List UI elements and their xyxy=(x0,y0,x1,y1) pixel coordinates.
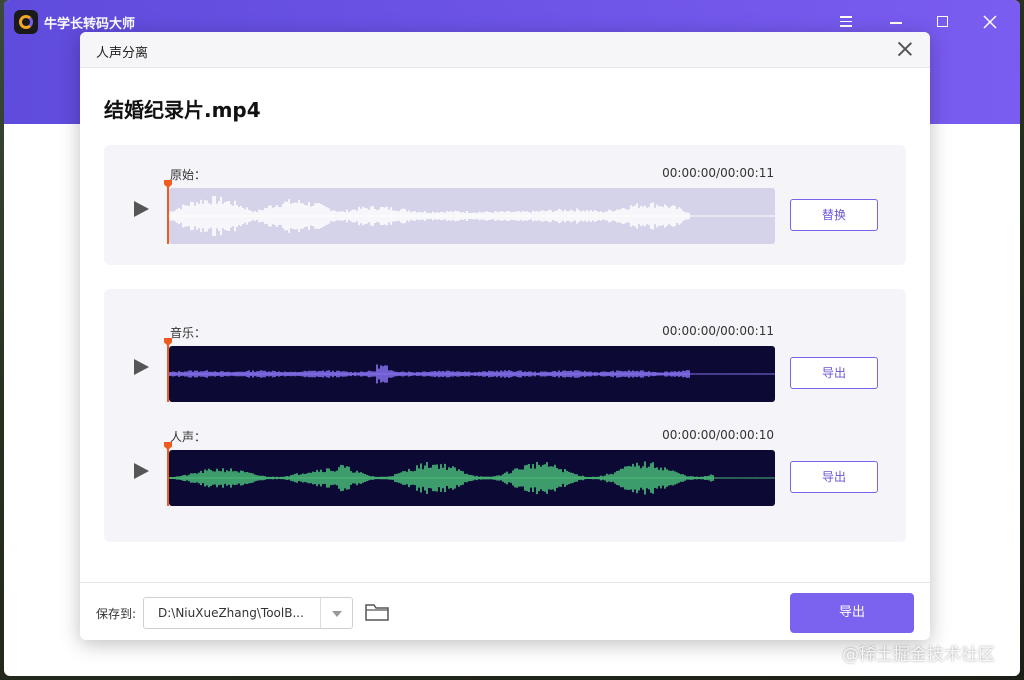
watermark: @稀土掘金技术社区 xyxy=(842,645,995,665)
chevron-down-icon[interactable] xyxy=(332,611,342,617)
close-dialog-icon[interactable] xyxy=(896,40,914,58)
close-window-icon[interactable] xyxy=(978,10,1002,34)
app-logo-icon xyxy=(14,10,38,34)
vocal-separation-dialog: 人声分离 结婚纪录片.mp4 原始： 00:00:00/00:00:11 替换 … xyxy=(80,32,930,640)
save-path-dropdown[interactable]: D:\NiuXueZhang\ToolB... xyxy=(143,597,353,629)
playhead-marker[interactable] xyxy=(167,442,169,506)
waveform-music[interactable] xyxy=(169,346,775,402)
original-panel: 原始： 00:00:00/00:00:11 替换 xyxy=(104,145,906,265)
folder-icon[interactable] xyxy=(365,603,389,621)
export-button[interactable]: 导出 xyxy=(790,593,914,633)
track-label: 音乐： xyxy=(170,326,207,340)
waveform-vocal[interactable] xyxy=(169,450,775,506)
music-track: 音乐： 00:00:00/00:00:11 导出 xyxy=(104,324,906,404)
play-icon[interactable] xyxy=(134,359,149,375)
app-title: 牛学长转码大师 xyxy=(44,17,136,32)
save-path-value: D:\NiuXueZhang\ToolB... xyxy=(158,606,304,620)
dialog-header: 人声分离 xyxy=(80,32,930,68)
track-time: 00:00:00/00:00:10 xyxy=(662,428,774,442)
dialog-title: 人声分离 xyxy=(96,46,149,61)
maximize-icon[interactable] xyxy=(930,10,954,34)
export-music-button[interactable]: 导出 xyxy=(790,357,878,389)
play-icon[interactable] xyxy=(134,463,149,479)
waveform-original[interactable] xyxy=(169,188,775,244)
dialog-footer: 保存到: D:\NiuXueZhang\ToolB... 导出 xyxy=(80,582,930,640)
track-label: 原始： xyxy=(170,168,207,182)
file-name: 结婚纪录片.mp4 xyxy=(104,98,261,122)
playhead-marker[interactable] xyxy=(167,338,169,402)
separated-panel: 音乐： 00:00:00/00:00:11 导出 人声： 00:00:00/00… xyxy=(104,289,906,542)
export-vocal-button[interactable]: 导出 xyxy=(790,461,878,493)
minimize-icon[interactable] xyxy=(884,10,908,34)
vocal-track: 人声： 00:00:00/00:00:10 导出 xyxy=(104,428,906,508)
original-track: 原始： 00:00:00/00:00:11 替换 xyxy=(104,166,906,246)
menu-icon[interactable] xyxy=(834,10,858,34)
dropdown-divider xyxy=(320,598,321,628)
track-label: 人声： xyxy=(170,430,207,444)
replace-button[interactable]: 替换 xyxy=(790,199,878,231)
track-time: 00:00:00/00:00:11 xyxy=(662,324,774,338)
save-to-label: 保存到: xyxy=(96,607,137,621)
track-time: 00:00:00/00:00:11 xyxy=(662,166,774,180)
play-icon[interactable] xyxy=(134,201,149,217)
playhead-marker[interactable] xyxy=(167,180,169,244)
